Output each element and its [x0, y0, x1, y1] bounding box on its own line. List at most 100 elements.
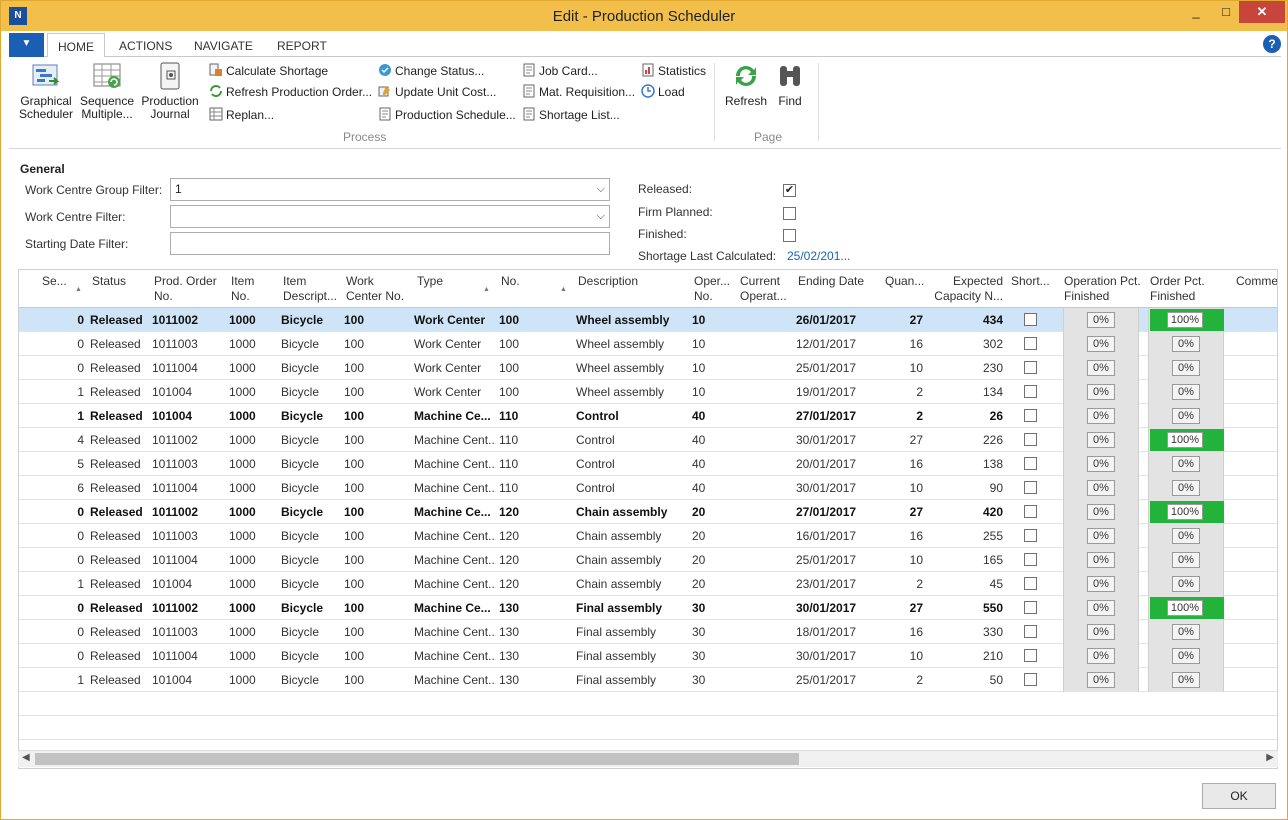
production-journal-button[interactable]: Production Journal [139, 61, 201, 121]
table-row[interactable]: 0 Released 1011002 1000 Bicycle 100 Machine Ce… [19, 500, 1277, 524]
calculate-shortage-button[interactable]: Calculate Shortage [209, 62, 328, 80]
cell-prod-order-no: 1011003 [152, 337, 198, 351]
table-row[interactable]: 4 Released 1011002 1000 Bicycle 100 Machine Ce… [19, 428, 1277, 452]
production-schedule-button[interactable]: Production Schedule... [378, 106, 516, 124]
start-date-filter-input[interactable] [170, 232, 610, 255]
cell-operation-no: 20 [692, 553, 706, 567]
table-row[interactable]: 0 Released 1011004 1000 Bicycle 100 Machine Ce… [19, 548, 1277, 572]
tab-home[interactable]: HOME [47, 33, 105, 58]
cell-quantity: 2 [916, 385, 923, 399]
firm-planned-checkbox[interactable] [783, 207, 796, 220]
table-row[interactable]: 0 Released 1011003 1000 Bicycle 100 Machine Ce… [19, 524, 1277, 548]
col-quantity[interactable]: Quan... [885, 274, 925, 289]
shortage-list-button[interactable]: Shortage List... [522, 106, 620, 124]
col-prod-order-no[interactable]: Prod. Order No. [154, 274, 226, 304]
shortage-checkbox[interactable] [1024, 577, 1037, 590]
col-expected-capacity[interactable]: Expected Capacity N... [931, 274, 1003, 304]
help-icon[interactable]: ? [1263, 35, 1281, 53]
change-status-button[interactable]: Change Status... [378, 62, 484, 80]
table-row[interactable]: 0 Released 1011003 1000 Bicycle 100 Machine Ce… [19, 620, 1277, 644]
shortage-checkbox[interactable] [1024, 481, 1037, 494]
col-current-operation[interactable]: Current Operat... [740, 274, 790, 304]
wc-group-filter-value: 1 [175, 182, 182, 196]
table-row[interactable]: 1 Released 101004 1000 Bicycle 100 Machine Ce.… [19, 404, 1277, 428]
load-button[interactable]: Load [641, 83, 685, 101]
shortage-checkbox[interactable] [1024, 529, 1037, 542]
col-order-pct-finished[interactable]: Order Pct. Finished [1150, 274, 1230, 304]
col-operation-no[interactable]: Oper... No. [694, 274, 732, 304]
operation-pct-cell: 0% [1063, 572, 1139, 596]
job-card-button[interactable]: Job Card... [522, 62, 598, 80]
wc-group-filter-input[interactable]: 1 ⌵ [170, 178, 610, 201]
col-work-center-no[interactable]: Work Center No. [346, 274, 408, 304]
ok-button[interactable]: OK [1202, 783, 1276, 809]
col-status[interactable]: Status [92, 274, 147, 289]
mat-requisition-button[interactable]: Mat. Requisition... [522, 83, 635, 101]
table-row[interactable]: 0 Released 1011004 1000 Bicycle 100 Machine Ce… [19, 644, 1277, 668]
table-row[interactable]: 0 Released 1011003 1000 Bicycle 100 Work Cente… [19, 332, 1277, 356]
table-row[interactable]: 1 Released 101004 1000 Bicycle 100 Machine Cen… [19, 572, 1277, 596]
table-row[interactable]: 1 Released 101004 1000 Bicycle 100 Machine Cen… [19, 668, 1277, 692]
shortage-checkbox[interactable] [1024, 649, 1037, 662]
replan-button[interactable]: Replan... [209, 106, 274, 124]
col-ending-date[interactable]: Ending Date [798, 274, 870, 289]
shortage-checkbox[interactable] [1024, 313, 1037, 326]
col-comment[interactable]: Comme... [1236, 274, 1277, 289]
tab-actions[interactable]: ACTIONS [109, 33, 182, 57]
col-no[interactable]: No. [501, 274, 551, 289]
scroll-right-icon[interactable]: ▶ [1266, 752, 1274, 763]
refresh-production-order-button[interactable]: Refresh Production Order... [209, 83, 372, 101]
col-type[interactable]: Type [417, 274, 477, 289]
wc-filter-input[interactable]: ⌵ [170, 205, 610, 228]
operation-pct-value: 0% [1087, 600, 1115, 616]
shortage-checkbox[interactable] [1024, 337, 1037, 350]
col-operation-pct-finished[interactable]: Operation Pct. Finished [1064, 274, 1144, 304]
shortage-checkbox[interactable] [1024, 385, 1037, 398]
shortage-checkbox[interactable] [1024, 625, 1037, 638]
col-description[interactable]: Description [578, 274, 678, 289]
finished-checkbox[interactable] [783, 229, 796, 242]
table-row[interactable]: 0 Released 1011002 1000 Bicycle 100 Machine Ce… [19, 596, 1277, 620]
cell-expected-capacity: 90 [989, 481, 1003, 495]
shortage-checkbox[interactable] [1024, 409, 1037, 422]
refresh-button[interactable]: Refresh [721, 61, 771, 108]
scrollbar-thumb[interactable] [35, 753, 799, 765]
col-item-description[interactable]: Item Descript... [283, 274, 343, 304]
cell-no: 120 [499, 577, 520, 591]
table-row[interactable]: 0 Released 1011002 1000 Bicycle 100 Work Cente… [19, 308, 1277, 332]
tab-navigate[interactable]: NAVIGATE [184, 33, 263, 57]
table-row[interactable]: 1 Released 101004 1000 Bicycle 100 Work Center… [19, 380, 1277, 404]
shortage-checkbox[interactable] [1024, 433, 1037, 446]
cell-prod-order-no: 101004 [152, 673, 193, 687]
table-row[interactable]: 5 Released 1011003 1000 Bicycle 100 Machine Ce… [19, 452, 1277, 476]
table-row[interactable]: 6 Released 1011004 1000 Bicycle 100 Machine Ce… [19, 476, 1277, 500]
find-button[interactable]: Find [775, 61, 805, 108]
graphical-scheduler-button[interactable]: Graphical Scheduler [17, 61, 75, 121]
operation-pct-value: 0% [1087, 408, 1115, 424]
horizontal-scrollbar[interactable]: ◀ ▶ [18, 750, 1278, 767]
shortage-last-calculated-value[interactable]: 25/02/201... [787, 249, 850, 263]
shortage-checkbox[interactable] [1024, 553, 1037, 566]
tab-report[interactable]: REPORT [267, 33, 337, 57]
released-checkbox[interactable]: ✔ [783, 184, 796, 197]
shortage-checkbox[interactable] [1024, 673, 1037, 686]
chevron-down-icon[interactable]: ⌵ [597, 179, 605, 200]
sequence-multiple-button[interactable]: Sequence Multiple... [78, 61, 136, 121]
cell-sequence: 0 [77, 601, 84, 615]
close-button[interactable]: ✕ [1239, 1, 1285, 23]
col-shortage[interactable]: Short... [1011, 274, 1051, 289]
minimize-button[interactable]: _ [1179, 1, 1213, 23]
shortage-checkbox[interactable] [1024, 361, 1037, 374]
maximize-button[interactable]: □ [1209, 1, 1243, 23]
chevron-down-icon[interactable]: ⌵ [597, 206, 605, 227]
statistics-button[interactable]: Statistics [641, 62, 706, 80]
shortage-checkbox[interactable] [1024, 601, 1037, 614]
shortage-checkbox[interactable] [1024, 457, 1037, 470]
update-unit-cost-button[interactable]: Update Unit Cost... [378, 83, 496, 101]
application-menu-button[interactable]: ▼ [9, 33, 44, 57]
shortage-checkbox[interactable] [1024, 505, 1037, 518]
table-row[interactable]: 0 Released 1011004 1000 Bicycle 100 Work Cente… [19, 356, 1277, 380]
col-item-no[interactable]: Item No. [231, 274, 275, 304]
scroll-left-icon[interactable]: ◀ [22, 752, 30, 763]
col-sequence[interactable]: Se... [42, 274, 72, 289]
